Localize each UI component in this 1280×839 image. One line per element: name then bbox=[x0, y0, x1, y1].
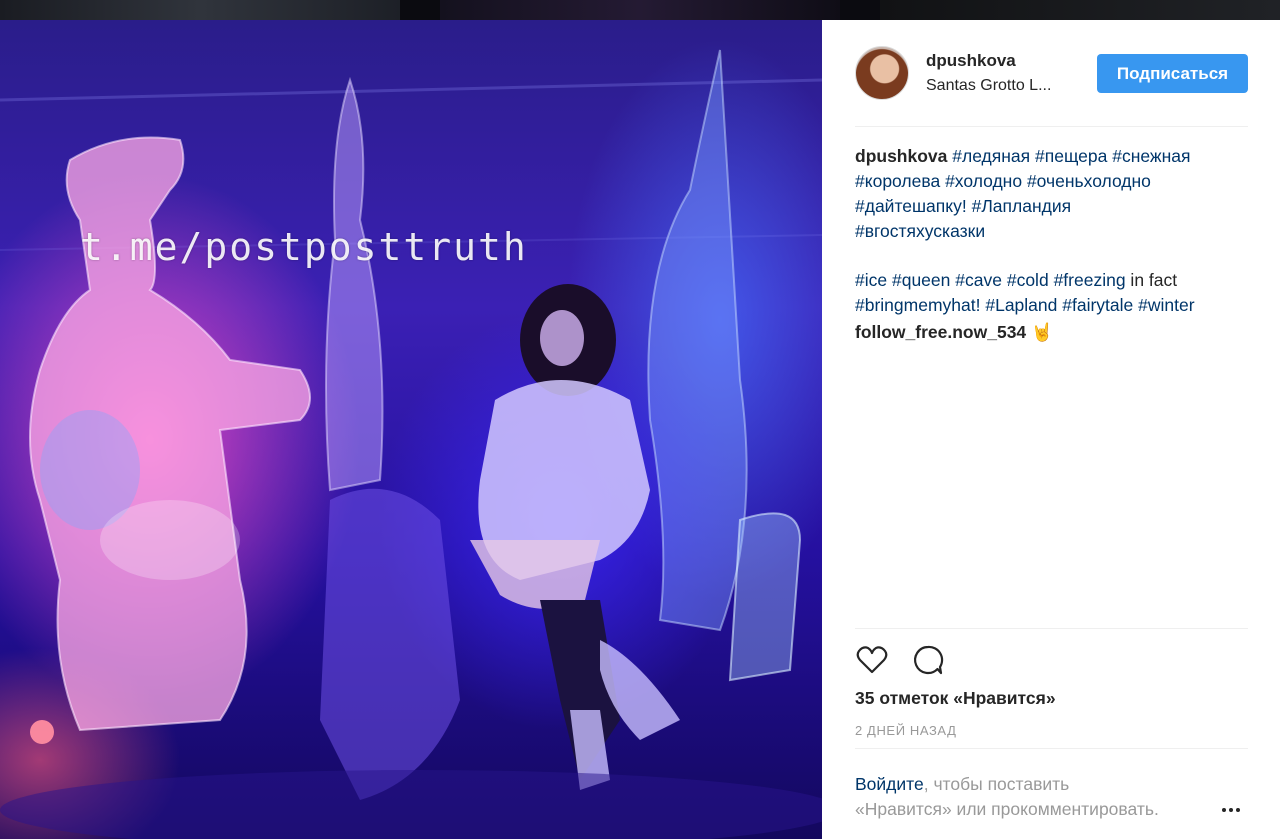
comment-item: follow_free.now_534 🤘 bbox=[855, 322, 1053, 343]
top-strip-segment bbox=[880, 0, 1280, 20]
caption-line: #ice #queen #cave #cold #freezing in fac… bbox=[855, 268, 1255, 293]
hashtag[interactable]: #пещера bbox=[1035, 146, 1107, 166]
comment-emoji: 🤘 bbox=[1031, 322, 1053, 342]
actions-divider bbox=[855, 628, 1248, 629]
hashtag[interactable]: #ice bbox=[855, 270, 887, 290]
likes-count[interactable]: 35 отметок «Нравится» bbox=[855, 688, 1056, 709]
caption-line: #bringmemyhat! #Lapland #fairytale #wint… bbox=[855, 293, 1255, 318]
hashtag[interactable]: #Лапландия bbox=[972, 196, 1072, 216]
login-text-a: , чтобы поставить bbox=[923, 774, 1070, 794]
hashtag[interactable]: #дайтешапку! bbox=[855, 196, 967, 216]
hashtag[interactable]: #ледяная bbox=[952, 146, 1030, 166]
top-strip-segment bbox=[0, 0, 400, 20]
post-sidebar: dpushkova Santas Grotto L... Подписаться… bbox=[822, 20, 1280, 839]
post-caption: dpushkova #ледяная #пещера #снежная #кор… bbox=[855, 144, 1255, 318]
comment-icon[interactable] bbox=[911, 643, 945, 677]
browser-top-strip bbox=[0, 0, 1280, 20]
hashtag[interactable]: #fairytale bbox=[1062, 295, 1133, 315]
comment-username[interactable]: follow_free.now_534 bbox=[855, 322, 1026, 342]
hashtag[interactable]: #снежная bbox=[1112, 146, 1190, 166]
ice-sculpture-scene bbox=[0, 49, 822, 839]
login-text-b: «Нравится» или прокомментировать. bbox=[855, 799, 1159, 819]
follow-button[interactable]: Подписаться bbox=[1097, 54, 1248, 93]
login-prompt: Войдите, чтобы поставить «Нравится» или … bbox=[855, 772, 1225, 822]
caption-line: #вгостяхусказки bbox=[855, 219, 1255, 244]
header-divider bbox=[855, 126, 1248, 127]
watermark-text: t.me/postposttruth bbox=[80, 225, 528, 269]
hashtag[interactable]: #bringmemyhat! bbox=[855, 295, 980, 315]
dot bbox=[1236, 808, 1240, 812]
heart-icon[interactable] bbox=[855, 643, 889, 677]
hashtag[interactable]: #королева bbox=[855, 171, 940, 191]
more-options-icon[interactable] bbox=[1222, 799, 1246, 812]
dot bbox=[1229, 808, 1233, 812]
caption-line: dpushkova #ледяная #пещера #снежная bbox=[855, 144, 1255, 169]
hashtag[interactable]: #оченьхолодно bbox=[1027, 171, 1151, 191]
post-photo[interactable]: t.me/postposttruth bbox=[0, 20, 822, 839]
hashtag[interactable]: #queen bbox=[892, 270, 950, 290]
header-username[interactable]: dpushkova bbox=[926, 51, 1016, 71]
caption-line: #королева #холодно #оченьхолодно bbox=[855, 169, 1255, 194]
top-strip-segment bbox=[440, 0, 840, 20]
caption-gap bbox=[855, 244, 1255, 268]
caption-username[interactable]: dpushkova bbox=[855, 146, 947, 166]
hashtag[interactable]: #холодно bbox=[945, 171, 1022, 191]
avatar[interactable] bbox=[855, 46, 909, 100]
hashtag[interactable]: #freezing bbox=[1054, 270, 1126, 290]
post-header: dpushkova Santas Grotto L... Подписаться bbox=[855, 46, 1248, 104]
hashtag[interactable]: #cave bbox=[955, 270, 1002, 290]
hashtag[interactable]: #вгостяхусказки bbox=[855, 221, 985, 241]
post-timestamp[interactable]: 2 ДНЕЙ НАЗАД bbox=[855, 723, 957, 738]
login-divider bbox=[855, 748, 1248, 749]
hashtag[interactable]: #cold bbox=[1007, 270, 1049, 290]
hashtag[interactable]: #Lapland bbox=[985, 295, 1057, 315]
caption-line: #дайтешапку! #Лапландия bbox=[855, 194, 1255, 219]
action-bar bbox=[855, 643, 1055, 679]
hashtag[interactable]: #winter bbox=[1138, 295, 1194, 315]
location-link[interactable]: Santas Grotto L... bbox=[926, 77, 1076, 95]
caption-text: in fact bbox=[1125, 270, 1178, 290]
login-link[interactable]: Войдите bbox=[855, 774, 924, 794]
dot bbox=[1222, 808, 1226, 812]
